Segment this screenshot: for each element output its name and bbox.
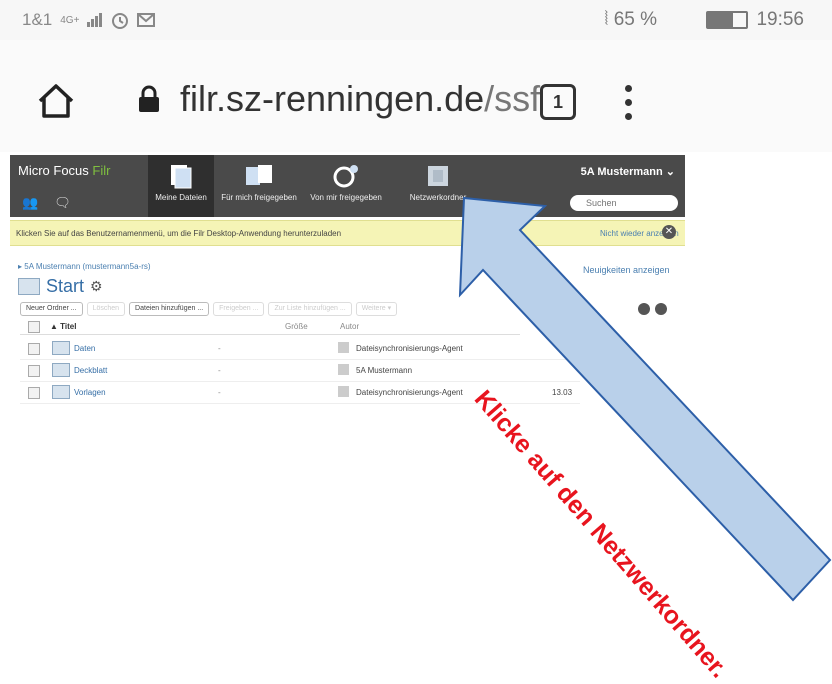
paging-controls	[638, 303, 667, 315]
file-size: -	[218, 388, 221, 397]
col-title[interactable]: ▲ Titel	[50, 322, 76, 331]
share-button[interactable]: Freigeben ...	[213, 302, 265, 316]
url-path: /ssf	[484, 78, 541, 119]
search-input[interactable]	[570, 195, 678, 211]
filr-header: Micro Focus Filr 👥 🗨 Meine Dateien Für m…	[10, 155, 685, 217]
col-size[interactable]: Größe	[285, 322, 308, 331]
network-label: 4G+	[60, 14, 80, 26]
home-icon[interactable]	[36, 83, 76, 119]
nav-my-files-label: Meine Dateien	[155, 193, 207, 202]
file-date: 13.03	[552, 388, 573, 397]
shared-by-me-icon	[333, 165, 358, 188]
breadcrumb[interactable]: ▸ 5A Mustermann (mustermann5a-rs)	[18, 262, 151, 271]
people-icon[interactable]: 👥	[22, 195, 38, 211]
add-to-list-button[interactable]: Zur Liste hinzufügen ...	[268, 302, 352, 316]
folder-icon	[52, 341, 70, 355]
author-icon	[338, 342, 349, 353]
folder-icon	[52, 363, 70, 377]
menu-kebab-icon[interactable]	[625, 85, 633, 127]
vibrate-battery-text: ⦚ 65 %	[604, 9, 657, 31]
row-checkbox[interactable]	[28, 365, 40, 377]
battery-icon	[706, 11, 749, 29]
alarm-icon	[112, 13, 129, 29]
chat-icon[interactable]: 🗨	[54, 195, 71, 211]
col-title-label: Titel	[60, 322, 77, 331]
user-name: 5A Mustermann	[580, 166, 663, 178]
nav-network-folders[interactable]: Netzwerkordner	[402, 155, 474, 217]
settings-gear-icon[interactable]: ⚙	[90, 278, 103, 295]
close-icon[interactable]: ✕	[662, 225, 676, 239]
file-size: -	[218, 366, 221, 375]
table-row[interactable]: Daten - Dateisynchronisierungs-Agent	[20, 337, 580, 360]
table-row[interactable]: Deckblatt - 5A Mustermann	[20, 359, 580, 382]
logo: Micro Focus Filr	[18, 163, 110, 178]
row-checkbox[interactable]	[28, 343, 40, 355]
select-all-checkbox[interactable]	[28, 321, 40, 333]
url-bar[interactable]: filr.sz-renningen.de/ssf	[180, 78, 540, 120]
col-author[interactable]: Autor	[340, 322, 359, 331]
battery-percent: 65 %	[613, 9, 657, 30]
status-left: 1&1 4G+	[22, 10, 156, 30]
url-host: filr.sz-renningen.de	[180, 78, 485, 119]
nav-shared-with-me-label: Für mich freigegeben	[221, 193, 297, 202]
header-icons: 👥 🗨	[22, 195, 71, 211]
delete-button[interactable]: Löschen	[86, 302, 126, 316]
author-icon	[338, 364, 349, 375]
home-folder-icon	[18, 278, 40, 295]
vibrate-icon: ⦚	[604, 9, 609, 30]
clock: 19:56	[756, 9, 804, 30]
logo-sub: Filr	[92, 163, 111, 178]
page-title: Start	[46, 276, 85, 296]
new-folder-button[interactable]: Neuer Ordner ...	[20, 302, 83, 316]
annotation-text: Klicke auf den Netzwerkordner.	[468, 385, 734, 684]
notification-bar: Klicken Sie auf das Benutzernamenmenü, u…	[10, 220, 685, 246]
nav-shared-with-me[interactable]: Für mich freigegeben	[218, 155, 300, 217]
file-author: Dateisynchronisierungs-Agent	[356, 388, 463, 397]
page-title-row: Start ⚙	[18, 276, 103, 297]
my-files-icon	[171, 165, 192, 189]
add-files-button[interactable]: Dateien hinzufügen ...	[129, 302, 210, 316]
tab-switcher-button[interactable]: 1	[540, 84, 576, 120]
signal-icon	[87, 13, 103, 27]
carrier-label: 1&1	[22, 10, 53, 29]
file-author: Dateisynchronisierungs-Agent	[356, 344, 463, 353]
pager-icon[interactable]	[638, 303, 650, 315]
toolbar: Neuer Ordner ... Löschen Dateien hinzufü…	[20, 302, 398, 316]
status-bar: 1&1 4G+ ⦚ 65 % 19:56	[0, 0, 832, 40]
file-name[interactable]: Vorlagen	[74, 388, 106, 397]
file-name[interactable]: Daten	[74, 344, 95, 353]
row-checkbox[interactable]	[28, 387, 40, 399]
mail-icon	[137, 13, 156, 27]
news-link[interactable]: Neuigkeiten anzeigen	[583, 265, 670, 275]
logo-main: Micro Focus	[18, 163, 89, 178]
folder-icon	[52, 385, 70, 399]
file-size: -	[218, 344, 221, 353]
table-header: ▲ Titel Größe Autor	[20, 318, 520, 335]
author-icon	[338, 386, 349, 397]
nav-shared-by-me-label: Von mir freigegeben	[310, 193, 382, 202]
time-block: 19:56	[706, 9, 804, 31]
more-button[interactable]: Weitere ▾	[355, 302, 398, 316]
nav-network-folders-label: Netzwerkordner	[409, 193, 467, 202]
notification-message: Klicken Sie auf das Benutzernamenmenü, u…	[16, 229, 342, 238]
user-menu[interactable]: 5A Mustermann ⌄	[581, 165, 675, 178]
breadcrumb-text: 5A Mustermann (mustermann5a-rs)	[24, 262, 151, 271]
shared-with-me-icon	[246, 165, 272, 185]
file-author: 5A Mustermann	[356, 366, 413, 375]
nav-my-files[interactable]: Meine Dateien	[148, 155, 214, 217]
nav-shared-by-me[interactable]: Von mir freigegeben	[306, 155, 386, 217]
network-folder-icon	[428, 166, 448, 186]
file-name[interactable]: Deckblatt	[74, 366, 107, 375]
lock-icon	[139, 85, 159, 112]
options-icon[interactable]	[655, 303, 667, 315]
